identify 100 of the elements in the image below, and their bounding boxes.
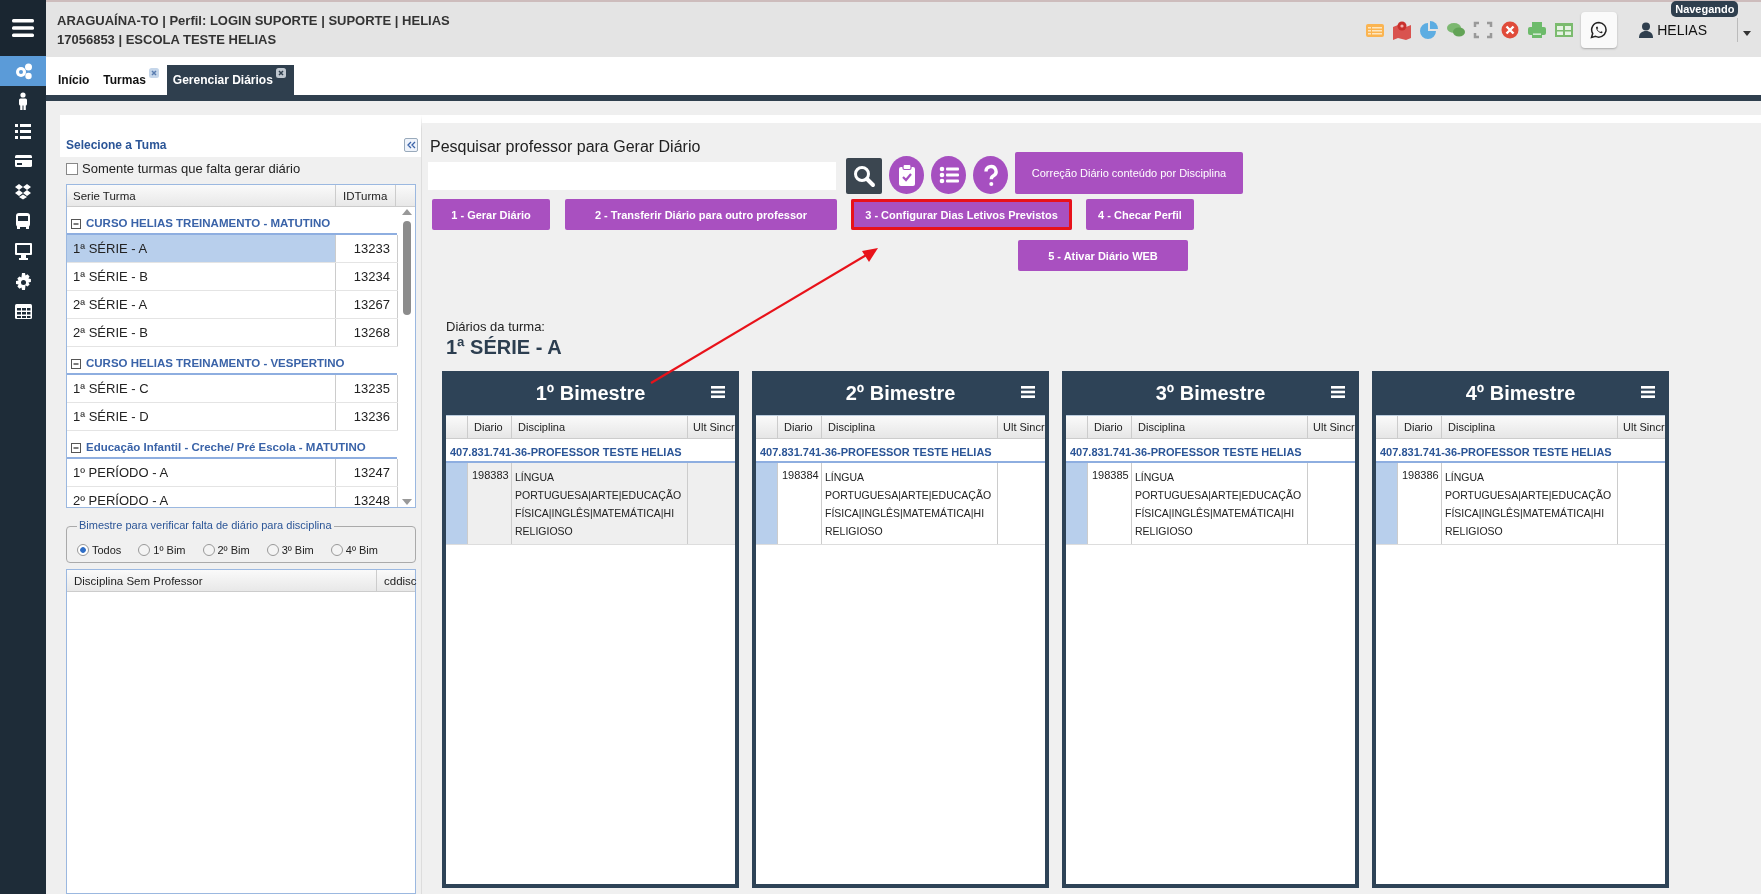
collapse-icon[interactable] — [71, 359, 81, 369]
column-header: Disciplina Sem Professor — [67, 570, 377, 591]
collapse-icon[interactable] — [71, 219, 81, 229]
action-button[interactable]: 1 - Gerar Diário — [432, 199, 550, 230]
column-header: Diario — [468, 416, 512, 438]
chat-bubble-icon — [1590, 20, 1609, 39]
checklist-button[interactable] — [889, 156, 924, 194]
close-icon[interactable] — [275, 68, 286, 78]
column-header: Disciplina — [822, 416, 998, 438]
group-title: CURSO HELIAS TREINAMENTO - MATUTINO — [86, 217, 331, 229]
card-title: 4º Bimestre — [1465, 381, 1576, 405]
table-cell: 2ª SÉRIE - A — [67, 291, 336, 318]
radio-option[interactable]: 2º Bim — [202, 544, 250, 556]
column-header: Ult Sincr — [1622, 420, 1665, 435]
whatsapp-button[interactable] — [1581, 11, 1618, 48]
grid-row[interactable]: 198384 LÍNGUA PORTUGUESA|ARTE|EDUCAÇÃO FÍSICA|INGLÊS|MATEMÁTICA|HI RELIGIOSO — [756, 463, 1045, 545]
table-icon — [13, 301, 33, 321]
user-icon — [1639, 21, 1654, 38]
column-header: Disciplina — [512, 416, 688, 438]
table-cell: LÍNGUA PORTUGUESA|ARTE|EDUCAÇÃO FÍSICA|INGLÊS|MATEMÁTICA|HI RELIGIOSO — [822, 463, 998, 544]
collapse-button[interactable] — [404, 138, 418, 152]
radio-option[interactable]: 4º Bim — [330, 544, 378, 556]
column-header: Ult Sincr — [692, 420, 735, 435]
location-text: ARAGUAÍNA-TO | Perfil: LOGIN SUPORTE | SUPORTE | HELIAS — [57, 12, 450, 28]
column-header: Diario — [1088, 416, 1132, 438]
tab[interactable]: Turmas — [97, 65, 167, 95]
monitor-icon — [13, 241, 33, 261]
grid-row[interactable]: 2ª SÉRIE - A 13267 — [67, 291, 398, 319]
column-header: Ult Sincr — [1002, 420, 1045, 435]
caret-icon[interactable] — [1743, 31, 1751, 36]
table-cell: 198384 — [778, 463, 822, 544]
action-button[interactable]: 5 - Ativar Diário WEB — [1018, 240, 1188, 271]
tab[interactable]: Início — [52, 65, 98, 95]
table-cell: 1º PERÍODO - A — [67, 459, 336, 486]
boxes-icon — [13, 181, 33, 201]
radio-option[interactable]: 1º Bim — [138, 544, 186, 556]
table-cell: 1ª SÉRIE - B — [67, 263, 336, 290]
grid-row[interactable]: 1ª SÉRIE - C 13235 — [67, 375, 398, 403]
tab[interactable]: Gerenciar Diários — [166, 65, 294, 95]
grid-row[interactable]: 198386 LÍNGUA PORTUGUESA|ARTE|EDUCAÇÃO FÍSICA|INGLÊS|MATEMÁTICA|HI RELIGIOSO — [1376, 463, 1665, 545]
grid-row[interactable]: 1º PERÍODO - A 13247 — [67, 459, 398, 487]
menu-icon[interactable] — [1641, 386, 1655, 398]
grid-row[interactable]: 1ª SÉRIE - A 13233 — [67, 235, 398, 263]
group-title: CURSO HELIAS TREINAMENTO - VESPERTINO — [86, 357, 345, 369]
table-cell: 13268 — [336, 319, 398, 346]
menu-icon[interactable] — [1021, 386, 1035, 398]
group-legend: Bimestre para verificar falta de diário para disciplina — [77, 519, 334, 531]
table-cell: 1ª SÉRIE - D — [67, 403, 336, 430]
correction-button[interactable]: Correção Diário conteúdo por Disciplina — [1015, 152, 1243, 194]
status-tooltip: Navegando — [1671, 0, 1739, 17]
table-cell: 1ª SÉRIE - C — [67, 375, 336, 402]
table-cell: 13267 — [336, 291, 398, 318]
map-pin-icon[interactable] — [1392, 19, 1413, 40]
gears-icon — [13, 61, 33, 81]
section-label: Diários da turma: — [446, 319, 546, 334]
grid-row[interactable]: 198383 LÍNGUA PORTUGUESA|ARTE|EDUCAÇÃO FÍSICA|INGLÊS|MATEMÁTICA|HI RELIGIOSO — [446, 463, 735, 545]
card-title: 1º Bimestre — [535, 381, 646, 405]
help-button[interactable] — [973, 156, 1008, 194]
grid-row[interactable]: 2ª SÉRIE - B 13268 — [67, 319, 398, 347]
action-button[interactable]: 4 - Checar Perfil — [1086, 199, 1194, 230]
user-name[interactable]: HELIAS — [1657, 21, 1707, 38]
bus-icon — [13, 211, 33, 231]
scrollbar-thumb[interactable] — [402, 221, 411, 315]
close-icon[interactable] — [1500, 19, 1521, 40]
grid-row[interactable]: 1ª SÉRIE - D 13236 — [67, 403, 398, 431]
radio-option[interactable]: Todos — [77, 544, 122, 556]
search-icon — [852, 164, 876, 188]
checkbox[interactable] — [66, 162, 78, 175]
action-button[interactable]: 3 - Configurar Dias Letivos Previstos — [851, 199, 1072, 230]
group-title: 407.831.741-36-PROFESSOR TESTE HELIAS — [1070, 446, 1302, 458]
settings-icon — [13, 271, 33, 291]
table-cell: 198385 — [1088, 463, 1132, 544]
radio-option[interactable]: 3º Bim — [266, 544, 314, 556]
column-header: Diario — [1398, 416, 1442, 438]
table-cell: LÍNGUA PORTUGUESA|ARTE|EDUCAÇÃO FÍSICA|INGLÊS|MATEMÁTICA|HI RELIGIOSO — [1442, 463, 1618, 544]
group-title: 407.831.741-36-PROFESSOR TESTE HELIAS — [450, 446, 682, 458]
table-cell: 13235 — [336, 375, 398, 402]
column-header: Serie Turma — [67, 185, 336, 206]
grid-row[interactable]: 198385 LÍNGUA PORTUGUESA|ARTE|EDUCAÇÃO FÍSICA|INGLÊS|MATEMÁTICA|HI RELIGIOSO — [1066, 463, 1355, 545]
table-cell: 2º PERÍODO - A — [67, 487, 336, 507]
table-cell: LÍNGUA PORTUGUESA|ARTE|EDUCAÇÃO FÍSICA|INGLÊS|MATEMÁTICA|HI RELIGIOSO — [512, 463, 688, 544]
menu-icon[interactable] — [711, 386, 725, 398]
close-icon[interactable] — [148, 68, 159, 78]
grid-row[interactable]: 1ª SÉRIE - B 13234 — [67, 263, 398, 291]
grid-row[interactable]: 2º PERÍODO - A 13248 — [67, 487, 398, 507]
table-cell: 13234 — [336, 263, 398, 290]
menu-icon[interactable] — [12, 19, 34, 37]
list-button[interactable] — [931, 156, 966, 194]
school-text: 17056853 | ESCOLA TESTE HELIAS — [57, 31, 278, 47]
double-chevron-icon — [406, 141, 416, 149]
collapse-icon[interactable] — [71, 443, 81, 453]
table-cell: 1ª SÉRIE - A — [67, 235, 336, 262]
list-icon — [13, 121, 33, 141]
table-cell: 13236 — [336, 403, 398, 430]
action-button[interactable]: 2 - Transferir Diário para outro professor — [565, 199, 837, 230]
column-header: cddisc — [383, 573, 415, 589]
table-cell: 13248 — [336, 487, 398, 507]
menu-icon[interactable] — [1331, 386, 1345, 398]
search-button[interactable] — [846, 158, 882, 194]
group-title: Educação Infantil - Creche/ Pré Escola - MATUTINO — [86, 441, 366, 453]
